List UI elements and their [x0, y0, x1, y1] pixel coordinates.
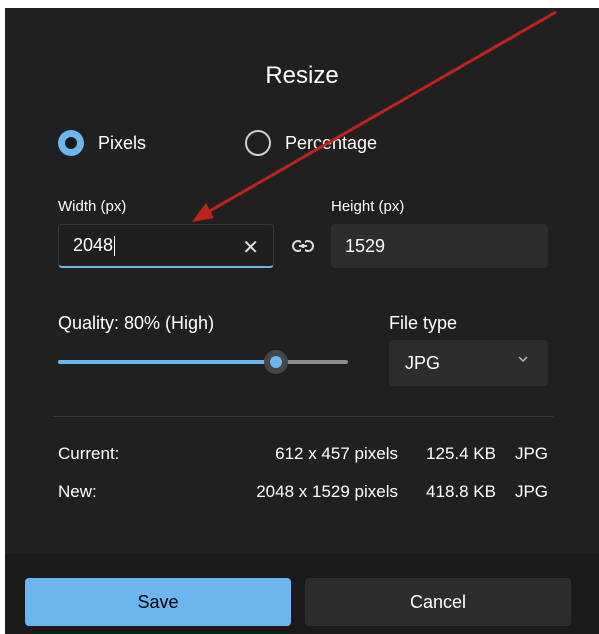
file-type-value: JPG — [405, 352, 441, 373]
new-type: JPG — [514, 482, 548, 501]
pixels-radio[interactable]: Pixels — [58, 128, 146, 158]
pixels-radio-label: Pixels — [98, 132, 147, 153]
chevron-down-icon — [518, 356, 528, 362]
new-info-row: New: 2048 x 1529 pixels 418.8 KB JPG — [58, 482, 548, 506]
dialog-title: Resize — [265, 62, 339, 89]
quality-label: Quality: 80% (High) — [58, 313, 215, 333]
percentage-radio[interactable]: Percentage — [245, 128, 377, 158]
slider-fill — [58, 360, 276, 364]
radio-checked-icon — [58, 130, 84, 156]
current-type: JPG — [514, 444, 548, 463]
current-label: Current: — [58, 444, 120, 463]
new-size: 418.8 KB — [426, 482, 496, 501]
current-size: 125.4 KB — [426, 444, 496, 463]
file-type-label: File type — [389, 313, 458, 333]
height-label: Height (px) — [331, 198, 405, 215]
close-icon[interactable]: ✕ — [242, 235, 259, 260]
cancel-button[interactable]: Cancel — [305, 578, 571, 626]
new-dimensions: 2048 x 1529 pixels — [256, 482, 398, 501]
save-button[interactable]: Save — [25, 578, 291, 626]
link-icon[interactable] — [291, 234, 315, 258]
text-caret — [114, 235, 116, 256]
height-value: 1529 — [345, 235, 386, 256]
quality-slider[interactable] — [58, 350, 348, 374]
percentage-radio-label: Percentage — [285, 132, 378, 153]
current-dimensions: 612 x 457 pixels — [275, 444, 398, 463]
divider — [53, 416, 553, 417]
file-type-dropdown[interactable]: JPG — [389, 340, 548, 386]
slider-thumb[interactable] — [263, 350, 288, 374]
new-label: New: — [58, 482, 97, 501]
width-input[interactable]: 2048 ✕ — [58, 224, 274, 268]
width-value: 2048 — [73, 235, 114, 255]
width-label: Width (px) — [58, 198, 127, 215]
current-info-row: Current: 612 x 457 pixels 125.4 KB JPG — [58, 444, 548, 468]
resize-dialog: Resize Pixels Percentage Width (px) Heig… — [5, 8, 599, 634]
radio-unchecked-icon — [245, 130, 271, 156]
height-input[interactable]: 1529 — [331, 224, 548, 268]
